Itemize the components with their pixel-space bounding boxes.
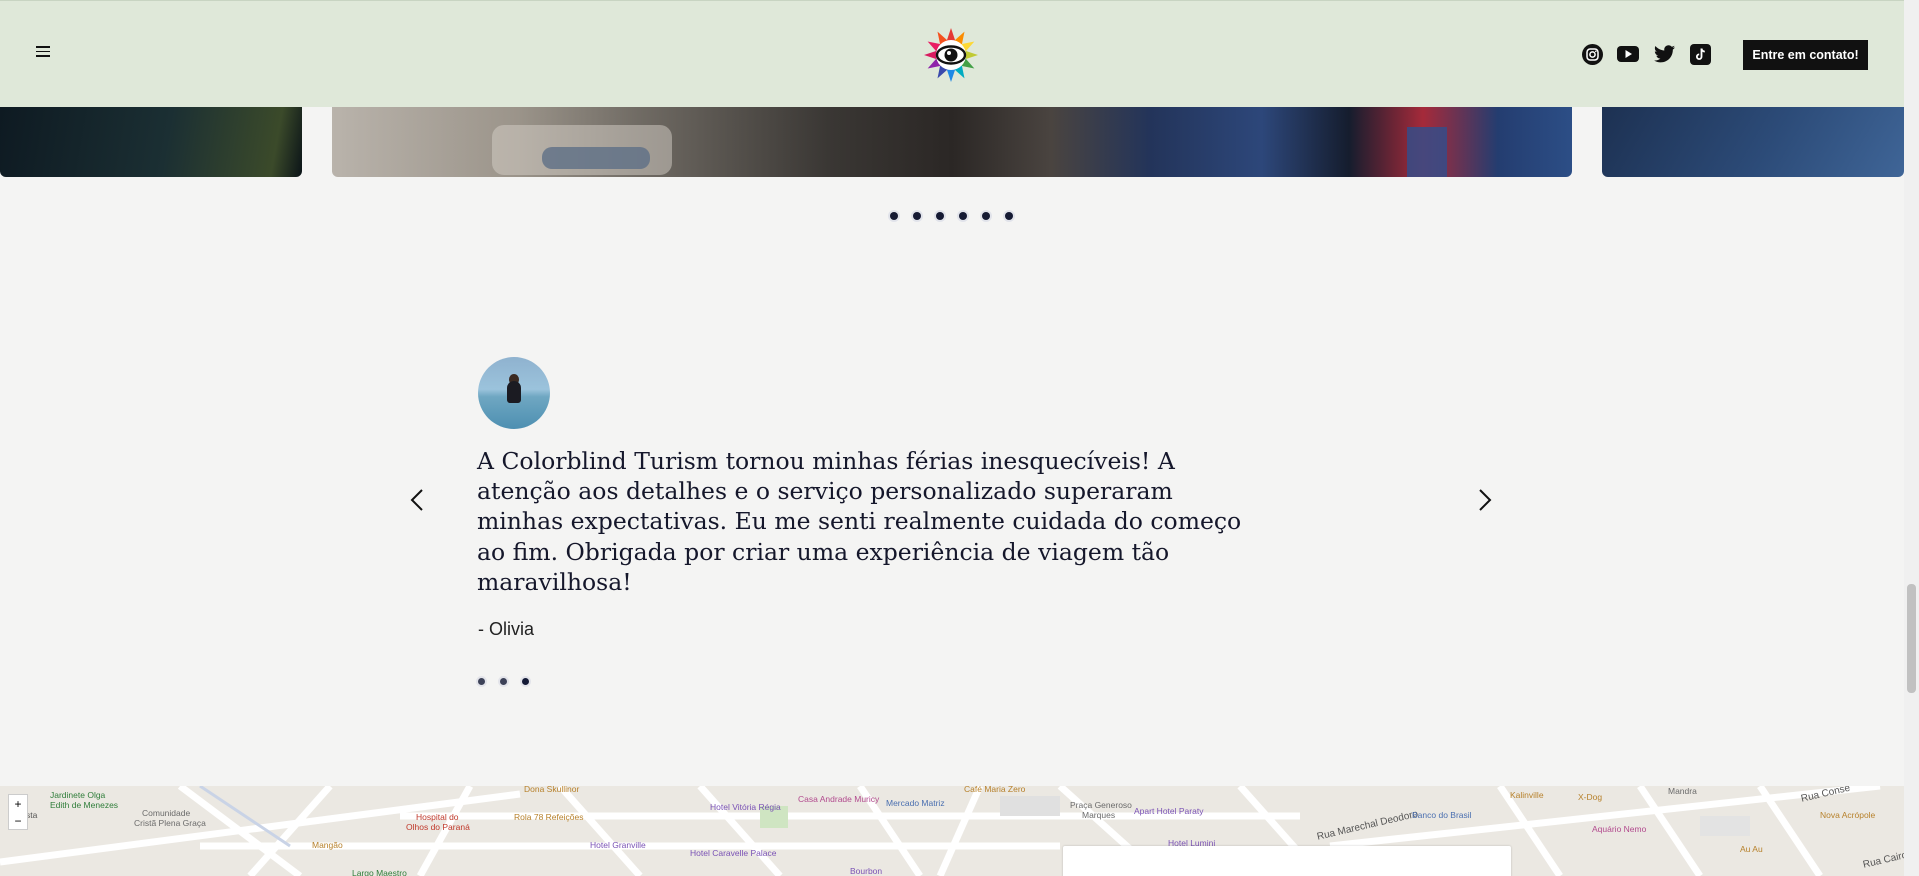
map-zoom-control: + − — [8, 794, 28, 830]
gallery-slide-previous[interactable] — [0, 107, 302, 177]
chevron-right-icon[interactable] — [1470, 486, 1498, 514]
gallery-dot[interactable] — [982, 212, 990, 220]
map-zoom-in-button[interactable]: + — [9, 797, 27, 811]
map-label: Kalinville — [1510, 790, 1544, 800]
map-label: Casa Andrade Muricy — [798, 794, 880, 804]
gallery-dot[interactable] — [913, 212, 921, 220]
gallery-slide-current[interactable] — [332, 107, 1572, 177]
map-label: Praça Generoso — [1070, 800, 1132, 810]
testimonial-author: - Olivia — [478, 619, 535, 639]
gallery-dot[interactable] — [936, 212, 944, 220]
gallery-slide-next[interactable] — [1602, 107, 1904, 177]
scrollbar-thumb[interactable] — [1907, 584, 1916, 693]
contact-cta-button[interactable]: Entre em contato! — [1743, 40, 1868, 70]
map-label: Rola 78 Refeições — [514, 812, 584, 822]
testimonial-quote: A Colorblind Turism tornou minhas férias… — [477, 447, 1242, 596]
map-label: Mangão — [312, 840, 343, 850]
map-label: Comunidade — [142, 808, 191, 818]
testimonial-dot-active[interactable] — [522, 678, 529, 685]
map-label: Aquário Nemo — [1592, 824, 1647, 834]
chevron-left-icon[interactable] — [404, 486, 432, 514]
map-label: Au Au — [1740, 844, 1763, 854]
page-scrollbar[interactable] — [1904, 0, 1919, 876]
tiktok-icon[interactable] — [1689, 43, 1711, 65]
testimonial-dot[interactable] — [500, 678, 507, 685]
map-label: Mercado Matriz — [886, 798, 945, 808]
gallery-dot[interactable] — [959, 212, 967, 220]
map-label: Banco do Brasil — [1412, 810, 1472, 820]
colorful-eye-flower-logo-icon[interactable] — [923, 27, 979, 83]
map-label: Hotel Granville — [590, 840, 646, 850]
map-label: Jardinete Olga — [50, 790, 106, 800]
map-label: Largo Maestro — [352, 868, 407, 876]
map-label: Hotel Vitória Régia — [710, 802, 781, 812]
testimonial-dot[interactable] — [478, 678, 485, 685]
map-label: Café Maria Zero — [964, 786, 1026, 794]
twitter-icon[interactable] — [1653, 43, 1675, 65]
instagram-icon[interactable] — [1581, 43, 1603, 65]
map-label: X-Dog — [1578, 792, 1603, 802]
social-links — [1581, 43, 1711, 65]
map-label: Nova Acrópole — [1820, 810, 1876, 820]
location-map[interactable]: Jardinete Olga Edith de Menezes Comunida… — [0, 786, 1904, 876]
map-label: Cristã Plena Graça — [134, 818, 206, 828]
gallery-dot[interactable] — [890, 212, 898, 220]
hamburger-menu-icon[interactable] — [36, 46, 50, 58]
map-label: Bourbon — [850, 866, 883, 876]
map-label: Marques — [1082, 810, 1116, 820]
map-label: Hotel Caravelle Palace — [690, 848, 777, 858]
youtube-icon[interactable] — [1617, 43, 1639, 65]
map-label: Dona Skullinor — [524, 786, 580, 794]
map-label: Hospital do — [416, 812, 459, 822]
map-label: Apart Hotel Paraty — [1134, 806, 1204, 816]
map-label: Mandra — [1668, 786, 1697, 796]
site-header: Entre em contato! — [0, 0, 1904, 107]
map-zoom-out-button[interactable]: − — [9, 814, 27, 828]
gallery-dot[interactable] — [1005, 212, 1013, 220]
map-label: Olhos do Paraná — [406, 822, 470, 832]
testimonial-pagination — [478, 678, 529, 685]
map-info-card — [1063, 846, 1511, 876]
map-label: Edith de Menezes — [50, 800, 119, 810]
avatar — [478, 357, 550, 429]
gallery-pagination — [890, 212, 1013, 220]
